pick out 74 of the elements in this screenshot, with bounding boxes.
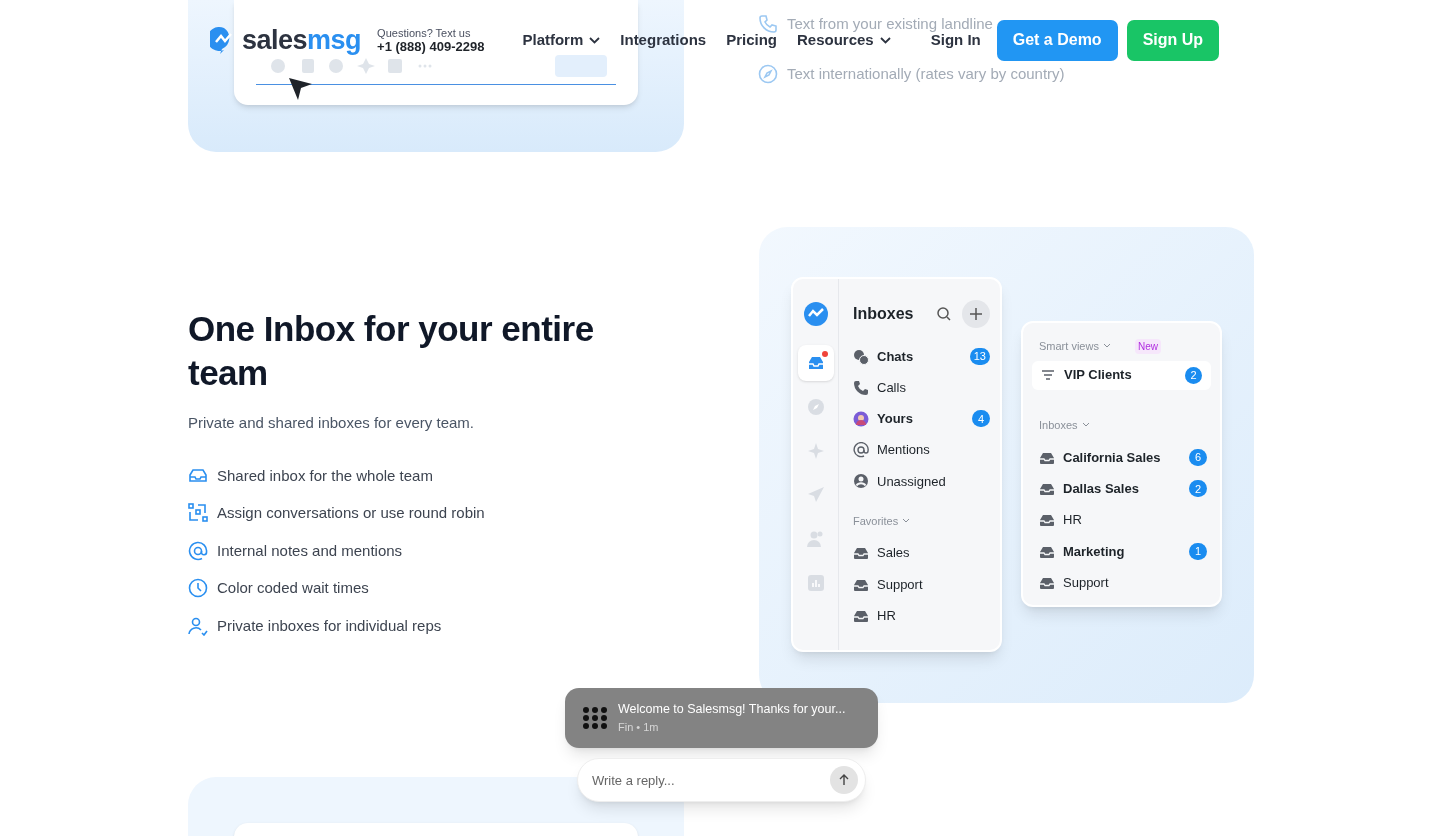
plus-icon bbox=[969, 307, 983, 321]
phone-icon bbox=[853, 379, 869, 396]
inbox-item[interactable]: Support bbox=[1039, 567, 1207, 599]
nav-link[interactable]: Platform bbox=[522, 31, 601, 49]
count-badge: 1 bbox=[1189, 543, 1207, 561]
feature-text: Private inboxes for individual reps bbox=[217, 615, 442, 636]
inbox-tray-icon bbox=[853, 608, 869, 625]
at-icon bbox=[853, 442, 869, 459]
inbox-item[interactable]: Chats 13 bbox=[853, 341, 990, 373]
inbox-item[interactable]: Unassigned bbox=[853, 465, 990, 497]
chat-message-bubble[interactable]: Welcome to Salesmsg! Thanks for your... Fin • 1m bbox=[565, 688, 878, 748]
assign-icon bbox=[188, 503, 208, 524]
chat-meta: Fin • 1m bbox=[618, 720, 660, 736]
contact-label: Questions? Text us bbox=[377, 26, 472, 40]
inbox-tray-icon bbox=[1039, 512, 1055, 529]
inbox-item[interactable]: Sales bbox=[853, 537, 990, 569]
panel-title: Inboxes bbox=[853, 304, 914, 324]
feature-text: Internal notes and mentions bbox=[217, 540, 403, 561]
at-icon bbox=[188, 540, 208, 561]
clock-icon bbox=[188, 578, 208, 599]
user-check-icon bbox=[188, 615, 208, 636]
user-icon bbox=[853, 473, 869, 490]
chevron-icon bbox=[902, 518, 911, 525]
section-label: Favorites bbox=[853, 513, 899, 529]
rail-tab[interactable] bbox=[797, 345, 834, 381]
chat-bubbles-icon bbox=[853, 348, 869, 365]
nav-link[interactable]: Integrations bbox=[620, 31, 707, 49]
chevron-icon bbox=[1081, 421, 1090, 428]
inbox-item[interactable]: Support bbox=[853, 568, 990, 601]
inbox-item[interactable]: Marketing 1 bbox=[1039, 535, 1207, 568]
phone-link[interactable]: +1 (888) 409-2298 bbox=[377, 40, 485, 54]
feature-text: Text from your existing landline bbox=[787, 15, 993, 33]
inbox-item[interactable]: HR bbox=[853, 600, 990, 632]
phone-icon bbox=[758, 14, 778, 34]
inbox-tray-icon bbox=[853, 545, 869, 562]
inbox-item[interactable]: Mentions bbox=[853, 434, 990, 466]
count-badge: 6 bbox=[1189, 449, 1207, 467]
section-label: Smart views bbox=[1039, 339, 1099, 354]
inbox-item[interactable]: Calls bbox=[853, 372, 990, 404]
smart-view-item[interactable]: VIP Clients 2 bbox=[1032, 360, 1211, 390]
chevron-down-icon bbox=[589, 36, 601, 44]
inbox-item[interactable]: Dallas Sales 2 bbox=[1039, 473, 1207, 505]
chat-logo-icon bbox=[582, 706, 608, 730]
count-badge: 13 bbox=[969, 348, 990, 366]
chevron-down-icon bbox=[879, 36, 891, 44]
logo-icon bbox=[802, 301, 829, 327]
section-heading: One Inbox for your entire team bbox=[188, 308, 595, 394]
nav-link[interactable]: Pricing bbox=[726, 31, 777, 49]
avatar-icon bbox=[853, 410, 869, 427]
inbox-item[interactable]: Yours 4 bbox=[853, 403, 990, 435]
reply-field[interactable]: Write a reply... bbox=[577, 758, 866, 802]
new-badge: New bbox=[1134, 338, 1161, 354]
chat-message: Welcome to Salesmsg! Thanks for your... bbox=[618, 701, 846, 719]
filter-icon bbox=[1041, 369, 1055, 381]
feature-text: Color coded wait times bbox=[217, 578, 369, 598]
add-button[interactable] bbox=[962, 300, 990, 328]
logo-text[interactable]: salesmsg bbox=[242, 26, 362, 54]
inbox-item[interactable]: HR bbox=[1039, 504, 1207, 536]
nav-link[interactable]: Resources bbox=[797, 31, 891, 49]
inbox-item[interactable]: California Sales 6 bbox=[1039, 442, 1207, 474]
section-label: Inboxes bbox=[1039, 417, 1078, 433]
compass-icon bbox=[805, 397, 826, 417]
compass-icon bbox=[758, 64, 778, 84]
count-badge: 4 bbox=[972, 410, 990, 428]
count-badge: 2 bbox=[1185, 366, 1202, 384]
chevron-icon bbox=[1102, 343, 1111, 350]
chart-icon bbox=[805, 573, 826, 593]
arrow-up-icon bbox=[838, 774, 850, 786]
section-subtitle: Private and shared inboxes for every team. bbox=[188, 413, 475, 433]
count-badge: 2 bbox=[1189, 480, 1207, 498]
feature-text: Assign conversations or use round robin bbox=[217, 503, 485, 523]
feature-text: Text internationally (rates vary by country) bbox=[787, 65, 1065, 83]
search-icon[interactable] bbox=[936, 306, 952, 322]
feature-text: Shared inbox for the whole team bbox=[217, 465, 433, 486]
